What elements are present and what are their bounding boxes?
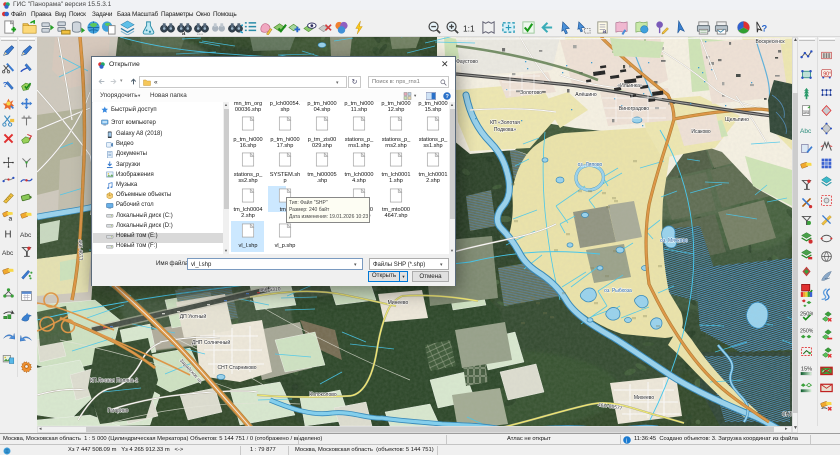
svg-text:Виноградово: Виноградово [619, 106, 649, 112]
svg-text:...: ... [197, 28, 203, 35]
svg-text:Воскресенск: Воскресенск [755, 39, 785, 45]
svg-text:КП «Золотая: КП «Золотая [490, 120, 520, 126]
svg-text:Минеево: Минеево [388, 300, 409, 306]
svg-text:оз. Мячково: оз. Мячково [660, 238, 688, 244]
svg-text:a: a [182, 30, 186, 35]
svg-text:a: a [603, 28, 607, 35]
svg-text:?: ? [762, 23, 768, 33]
svg-text:?: ? [3, 80, 8, 89]
svg-text:Abc: Abc [20, 232, 32, 239]
svg-text:250%: 250% [800, 312, 813, 318]
svg-text:ДП Уютный: ДП Уютный [180, 313, 207, 320]
svg-text:H: H [4, 230, 11, 240]
svg-text:Колоколово: Колоколово [309, 392, 337, 398]
svg-text:250%: 250% [800, 329, 813, 335]
svg-text:Михеево: Михеево [634, 395, 655, 401]
svg-text:Фаустово: Фаустово [456, 59, 478, 65]
svg-text:«Ильинка»: «Ильинка» [617, 83, 643, 89]
svg-text:Золотово: Золотово [520, 90, 542, 96]
svg-text:Abc: Abc [800, 128, 812, 135]
svg-text:СНТ Старниково: СНТ Старниково [217, 365, 256, 371]
svg-text:Исаково: Исаково [691, 129, 710, 135]
svg-text:Гагарино: Гагарино [108, 408, 129, 414]
svg-text:КП Лесная Поляна-2: КП Лесная Поляна-2 [90, 378, 138, 384]
svg-text:Алёшино: Алёшино [575, 92, 597, 98]
svg-text:оз. Ляпово: оз. Ляпово [578, 162, 603, 168]
svg-text:JPG: JPG [804, 110, 810, 114]
svg-text:15%: 15% [801, 367, 812, 373]
svg-text:a: a [9, 215, 13, 222]
svg-text:Щельпино: Щельпино [725, 117, 749, 123]
svg-text:СНТ "Бер: СНТ "Бер [782, 412, 792, 418]
svg-text:оз. Рыбхоза: оз. Рыбхоза [604, 288, 632, 294]
svg-text:Abc: Abc [2, 250, 14, 257]
svg-text:ДНП Солнечный: ДНП Солнечный [192, 339, 231, 346]
svg-text:1:1: 1:1 [463, 23, 475, 33]
svg-text:Подкова»: Подкова» [494, 127, 517, 133]
